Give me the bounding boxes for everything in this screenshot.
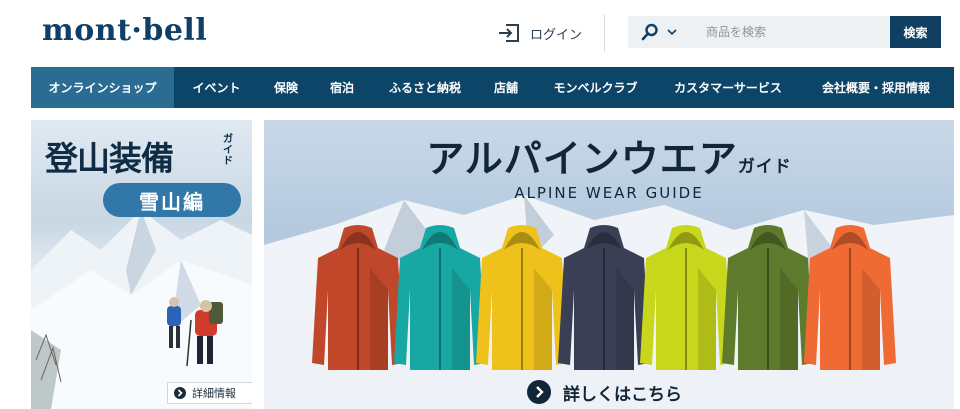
site-header: mont·bell ログイン 検索 xyxy=(0,0,960,66)
nav-item-montbell-club[interactable]: モンベルクラブ xyxy=(533,67,658,108)
promo-winter-badge: 雪山編 xyxy=(103,183,241,217)
nav-item-lodging[interactable]: 宿泊 xyxy=(313,67,371,108)
banner-alpine-wear-guide[interactable]: アルパインウエアガイド ALPINE WEAR GUIDE 詳しくはこちら xyxy=(264,120,954,409)
nav-item-events[interactable]: イベント xyxy=(174,67,259,108)
arrow-circle-icon xyxy=(527,380,551,404)
jacket-5 xyxy=(640,225,732,370)
jacket-6 xyxy=(722,225,814,370)
more-details-link[interactable]: 詳しくはこちら xyxy=(527,378,682,406)
jacket-2 xyxy=(394,225,486,370)
main-nav: オンラインショップ イベント 保険 宿泊 ふるさと納税 店舗 モンベルクラブ カ… xyxy=(31,67,954,108)
login-link[interactable]: ログイン xyxy=(498,21,582,45)
jacket-4 xyxy=(558,225,650,370)
more-details-label: 詳しくはこちら xyxy=(563,384,682,405)
nav-item-online-shop[interactable]: オンラインショップ xyxy=(31,67,174,108)
search-bar: 検索 xyxy=(628,16,945,48)
login-label: ログイン xyxy=(530,27,583,43)
arrow-circle-icon xyxy=(174,387,186,399)
header-divider xyxy=(604,14,605,52)
promo-winter-gear-guide[interactable]: 登山装備 ガイド 雪山編 詳細情報 xyxy=(31,120,252,409)
nav-item-company[interactable]: 会社概要・採用情報 xyxy=(798,67,954,108)
detail-info-button[interactable]: 詳細情報 xyxy=(167,382,252,404)
search-button[interactable]: 検索 xyxy=(890,16,941,48)
jacket-3 xyxy=(476,225,568,370)
nav-item-stores[interactable]: 店舗 xyxy=(479,67,533,108)
nav-item-insurance[interactable]: 保険 xyxy=(259,67,313,108)
nav-item-customer-service[interactable]: カスタマーサービス xyxy=(658,67,798,108)
nav-item-furusato[interactable]: ふるさと納税 xyxy=(371,67,479,108)
jackets-image xyxy=(312,225,896,370)
montbell-logo[interactable]: mont·bell xyxy=(42,13,207,48)
promo-guide-label: ガイド xyxy=(223,134,233,167)
jacket-7 xyxy=(804,225,896,370)
login-icon xyxy=(499,24,519,42)
search-icon xyxy=(641,23,658,41)
promo-title: 登山装備 xyxy=(45,139,174,178)
search-scope-dropdown[interactable] xyxy=(628,16,690,48)
jacket-1 xyxy=(312,225,404,370)
chevron-down-icon xyxy=(667,29,677,36)
search-input[interactable] xyxy=(690,16,890,48)
detail-info-label: 詳細情報 xyxy=(192,387,236,400)
